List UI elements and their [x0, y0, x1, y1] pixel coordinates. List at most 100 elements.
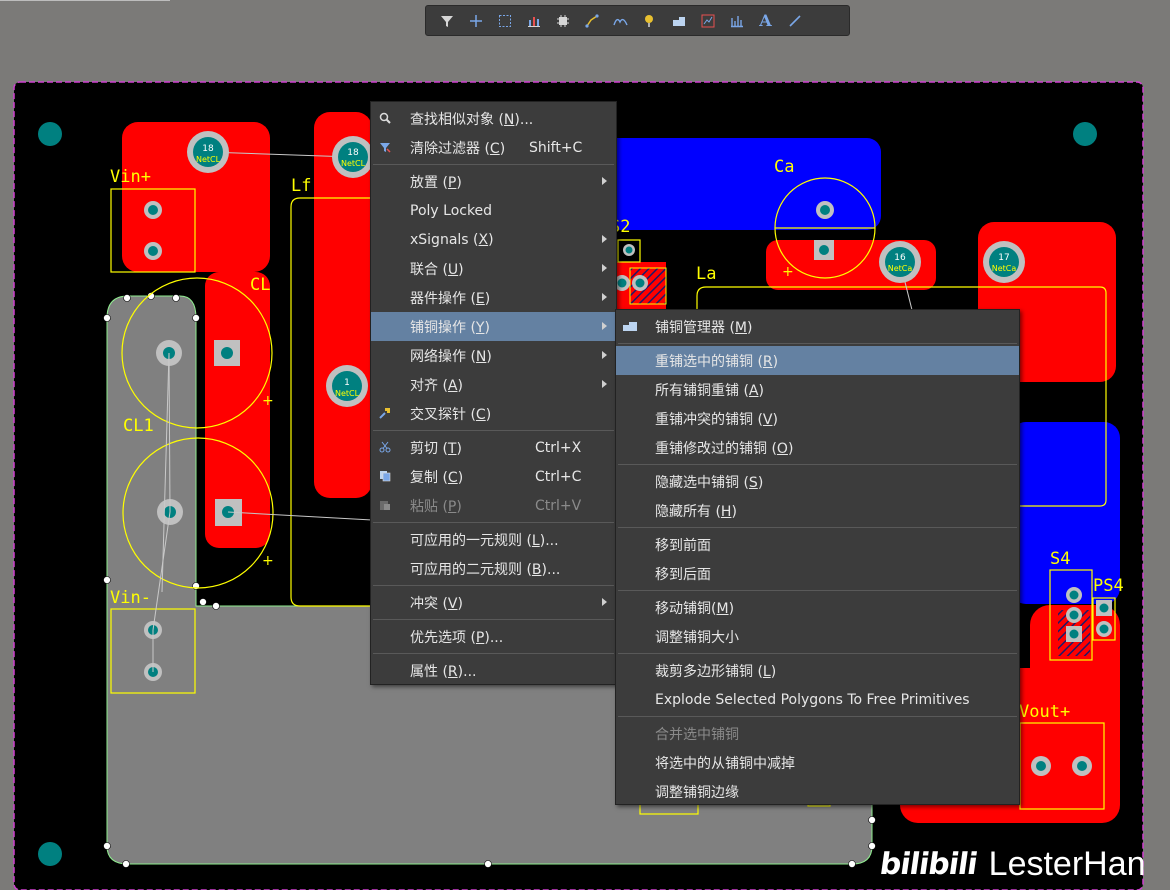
pad-net: NetCL: [341, 159, 366, 168]
context-menu: 查找相似对象 (N)... 清除过滤器 (C) Shift+C 放置 (P) P…: [370, 101, 617, 685]
submenu-merge-selected[interactable]: 合并选中铺铜: [616, 719, 1019, 748]
designator-vin-plus: Vin+: [110, 167, 151, 187]
designator-cl1: CL1: [123, 416, 154, 436]
menu-union[interactable]: 联合 (U): [371, 254, 616, 283]
polarity-plus: +: [262, 393, 274, 409]
clear-filter-icon: [377, 139, 393, 155]
menu-copy[interactable]: 复制 (C) Ctrl+C: [371, 462, 616, 491]
component-icon[interactable]: [548, 8, 577, 34]
submenu-hide-all[interactable]: 隐藏所有 (H): [616, 496, 1019, 525]
menu-align[interactable]: 对齐 (A): [371, 370, 616, 399]
designator-ps4: PS4: [1093, 576, 1124, 596]
chevron-right-icon: [602, 351, 607, 359]
pad-number: 17: [998, 253, 1009, 263]
net-pad-17[interactable]: 17 NetCa: [983, 241, 1025, 283]
filter-icon[interactable]: [432, 8, 461, 34]
select-rect-icon[interactable]: [490, 8, 519, 34]
menu-paste[interactable]: 粘贴 (P) Ctrl+V: [371, 491, 616, 520]
menu-preferences[interactable]: 优先选项 (P)...: [371, 622, 616, 651]
submenu-repour-modified[interactable]: 重铺修改过的铺铜 (O): [616, 433, 1019, 462]
designator-s4: S4: [1050, 549, 1070, 569]
line-icon[interactable]: [780, 8, 809, 34]
bilibili-logo: bilibili: [877, 846, 980, 882]
menu-component-actions[interactable]: 器件操作 (E): [371, 283, 616, 312]
net-pad-16[interactable]: 16 NetCa: [879, 241, 921, 283]
net-pad-1[interactable]: 1 NetCL: [326, 365, 368, 407]
submenu-slice-polygon[interactable]: 裁剪多边形铺铜 (L): [616, 656, 1019, 685]
menu-violations[interactable]: 冲突 (V): [371, 588, 616, 617]
mounting-hole[interactable]: [38, 842, 62, 866]
menu-polygon-actions[interactable]: 铺铜操作 (Y): [371, 312, 616, 341]
submenu-repour-selected[interactable]: 重铺选中的铺铜 (R): [616, 346, 1019, 375]
submenu-explode-polygons[interactable]: Explode Selected Polygons To Free Primit…: [616, 685, 1019, 714]
pad-net: NetCa: [888, 264, 913, 273]
designator-vin-minus: Vin-: [110, 588, 151, 608]
search-icon: [377, 110, 393, 126]
mounting-hole[interactable]: [38, 122, 62, 146]
chevron-right-icon: [602, 598, 607, 606]
menu-properties[interactable]: 属性 (R)...: [371, 656, 616, 685]
pad-number: 18: [347, 148, 359, 158]
submenu-move-polygon[interactable]: 移动铺铜(M): [616, 593, 1019, 622]
designator-cl: CL: [250, 275, 270, 295]
copy-icon: [377, 468, 393, 484]
cut-icon: [377, 439, 393, 455]
menu-cut[interactable]: 剪切 (T) Ctrl+X: [371, 433, 616, 462]
watermark: bilibili LesterHan: [877, 838, 1170, 890]
menu-find-similar[interactable]: 查找相似对象 (N)...: [371, 104, 616, 133]
submenu-repour-all[interactable]: 所有铺铜重铺 (A): [616, 375, 1019, 404]
pad-number: 16: [894, 253, 906, 263]
polygon-actions-submenu: 铺铜管理器 (M) 重铺选中的铺铜 (R) 所有铺铜重铺 (A) 重铺冲突的铺铜…: [615, 309, 1020, 805]
polarity-plus: +: [782, 264, 794, 280]
text-icon[interactable]: A: [751, 8, 780, 34]
chevron-right-icon: [602, 380, 607, 388]
chevron-right-icon: [602, 177, 607, 185]
submenu-repour-violating[interactable]: 重铺冲突的铺铜 (V): [616, 404, 1019, 433]
graph-icon[interactable]: [693, 8, 722, 34]
menu-xsignals[interactable]: xSignals (X): [371, 225, 616, 254]
pad-net: NetCL: [196, 155, 221, 164]
route-icon[interactable]: [577, 8, 606, 34]
pad-number: 18: [202, 144, 214, 154]
polygon-manager-icon: [622, 318, 638, 334]
submenu-send-to-back[interactable]: 移到后面: [616, 559, 1019, 588]
chart-icon[interactable]: [519, 8, 548, 34]
crosshair-icon[interactable]: [461, 8, 490, 34]
designator-ca: Ca: [774, 157, 794, 177]
submenu-resize-polygon[interactable]: 调整铺铜大小: [616, 622, 1019, 651]
cross-probe-icon: [377, 405, 393, 421]
chevron-right-icon: [602, 322, 607, 330]
menu-place[interactable]: 放置 (P): [371, 167, 616, 196]
chevron-right-icon: [602, 235, 607, 243]
menu-cross-probe[interactable]: 交叉探针 (C): [371, 399, 616, 428]
floating-toolbar: A: [425, 5, 850, 36]
menu-poly-locked[interactable]: Poly Locked: [371, 196, 616, 225]
designator-lf: Lf: [291, 176, 311, 196]
pad-number: 1: [344, 378, 350, 388]
designator-vout-plus: Vout+: [1019, 702, 1070, 722]
watermark-author: LesterHan: [988, 844, 1146, 883]
submenu-subtract-selected[interactable]: 将选中的从铺铜中减掉: [616, 748, 1019, 777]
menu-unary-rules[interactable]: 可应用的一元规则 (L)...: [371, 525, 616, 554]
pad-net: NetCL: [335, 389, 360, 398]
bottom-copper-pour[interactable]: [600, 138, 881, 230]
region-icon[interactable]: [664, 8, 693, 34]
net-pad-18a[interactable]: 18 NetCL: [187, 131, 229, 173]
net-pad-18b[interactable]: 18 NetCL: [332, 136, 374, 178]
submenu-bring-to-front[interactable]: 移到前面: [616, 530, 1019, 559]
stack-icon[interactable]: [722, 8, 751, 34]
submenu-hide-selected[interactable]: 隐藏选中铺铜 (S): [616, 467, 1019, 496]
menu-net-actions[interactable]: 网络操作 (N): [371, 341, 616, 370]
menu-clear-filter[interactable]: 清除过滤器 (C) Shift+C: [371, 133, 616, 162]
submenu-polygon-manager[interactable]: 铺铜管理器 (M): [616, 312, 1019, 341]
chevron-right-icon: [602, 293, 607, 301]
pad-net: NetCa: [992, 264, 1017, 273]
menu-binary-rules[interactable]: 可应用的二元规则 (B)...: [371, 554, 616, 583]
chevron-right-icon: [602, 264, 607, 272]
pad-icon[interactable]: [635, 8, 664, 34]
designator-la: La: [696, 264, 716, 284]
mounting-hole[interactable]: [1073, 122, 1097, 146]
diff-pair-icon[interactable]: [606, 8, 635, 34]
submenu-adjust-edges[interactable]: 调整铺铜边缘: [616, 777, 1019, 806]
paste-icon: [377, 497, 393, 513]
